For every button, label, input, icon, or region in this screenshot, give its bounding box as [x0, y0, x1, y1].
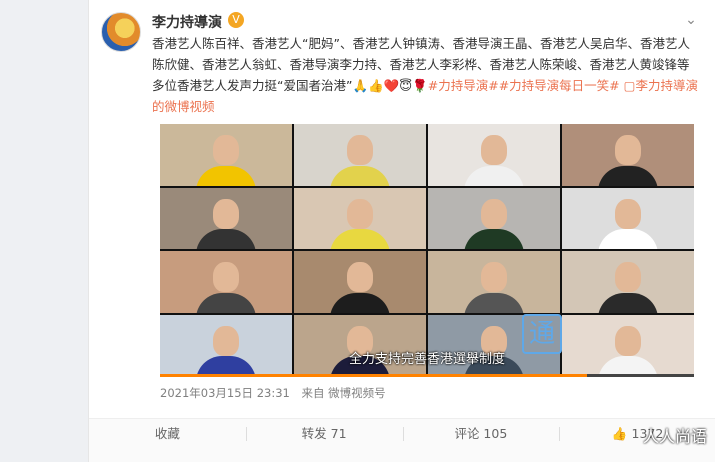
repost-label: 转发 71: [301, 426, 347, 441]
hashtag-link[interactable]: #力持导演#: [428, 78, 499, 93]
author-name[interactable]: 李力持導演: [152, 12, 222, 32]
video-participant: [160, 124, 292, 186]
video-participant: [294, 124, 426, 186]
thumbs-up-icon: 👍: [611, 426, 628, 441]
comment-label: 评论 105: [454, 426, 508, 441]
post-source[interactable]: 来自 微博视频号: [302, 386, 386, 400]
video-participant: [428, 187, 560, 249]
video-participant: [562, 124, 694, 186]
video-participant: [160, 251, 292, 313]
weibo-post-card: 李力持導演 V ⌄ 香港艺人陈百祥、香港艺人“肥妈”、香港艺人钟镇涛、香港导演王…: [88, 0, 715, 462]
video-participant: [294, 251, 426, 313]
repost-button[interactable]: 转发 71: [245, 419, 403, 462]
video-participant: [160, 187, 292, 249]
video-participant: [428, 124, 560, 186]
action-bar: 收藏 转发 71 评论 105 👍 1372: [89, 418, 715, 462]
hashtag-link[interactable]: #力持导演每日一笑#: [499, 78, 620, 93]
post-text: 香港艺人陈百祥、香港艺人“肥妈”、香港艺人钟镇涛、香港导演王晶、香港艺人吴启华、…: [152, 33, 700, 117]
video-progress-fill: [160, 374, 588, 377]
post-timestamp[interactable]: 2021年03月15日 23:31: [160, 386, 290, 400]
site-watermark: 人人尚语: [642, 427, 707, 446]
video-player[interactable]: 通 全力支持完善香港選舉制度: [160, 124, 694, 376]
author-avatar[interactable]: [101, 12, 141, 52]
post-meta: 2021年03月15日 23:31 来自 微博视频号: [160, 385, 394, 401]
video-participant: [562, 251, 694, 313]
chevron-down-icon[interactable]: ⌄: [681, 10, 701, 30]
video-participant: [428, 251, 560, 313]
video-participant: [294, 187, 426, 249]
video-frame: [160, 124, 694, 376]
video-participant: [562, 187, 694, 249]
favorite-label: 收藏: [154, 426, 180, 441]
video-progress-bar[interactable]: [160, 374, 694, 377]
video-caption: 全力支持完善香港選舉制度: [348, 352, 505, 367]
favorite-button[interactable]: 收藏: [89, 419, 246, 462]
verified-badge-icon: V: [228, 12, 244, 28]
comment-button[interactable]: 评论 105: [402, 419, 560, 462]
